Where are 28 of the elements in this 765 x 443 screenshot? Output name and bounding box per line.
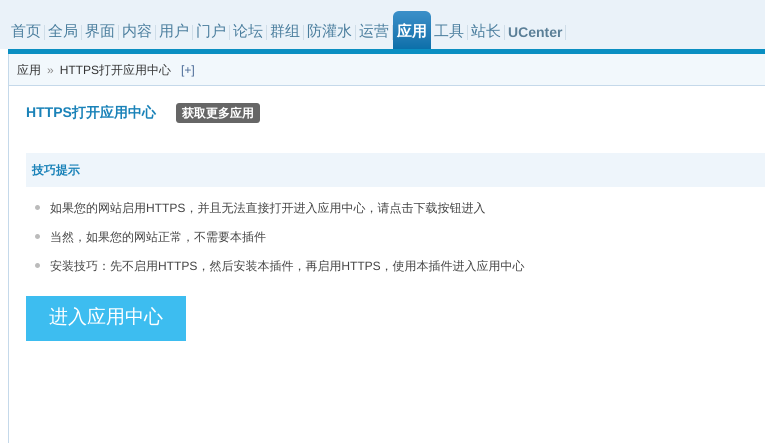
- breadcrumb-separator: »: [47, 62, 54, 78]
- bullet-icon: [35, 205, 40, 210]
- nav-tab[interactable]: 应用: [393, 11, 431, 49]
- nav-tab[interactable]: 首页: [8, 19, 44, 49]
- breadcrumb-current: HTTPS打开应用中心: [60, 62, 172, 78]
- nav-tab[interactable]: 内容: [119, 19, 155, 49]
- nav-tab[interactable]: 群组: [267, 19, 303, 49]
- nav-tab[interactable]: 工具: [431, 19, 467, 49]
- breadcrumb-link[interactable]: 应用: [17, 60, 41, 78]
- nav-tab[interactable]: 站长: [468, 19, 504, 49]
- add-shortcut-link[interactable]: [+]: [181, 60, 195, 78]
- nav-tab[interactable]: 界面: [82, 19, 118, 49]
- more-apps-badge[interactable]: 获取更多应用: [176, 102, 260, 122]
- nav-tab[interactable]: 运营: [356, 19, 392, 49]
- nav-tab[interactable]: 用户: [156, 19, 192, 49]
- bullet-icon: [35, 263, 40, 268]
- nav-tab[interactable]: 全局: [45, 19, 81, 49]
- enter-app-center-button[interactable]: 进入应用中心: [26, 296, 186, 341]
- nav-tab[interactable]: 门户: [193, 19, 229, 49]
- tip-text: 当然，如果您的网站正常，不需要本插件: [50, 228, 266, 246]
- page-title: HTTPS打开应用中心: [26, 103, 156, 122]
- nav-tab[interactable]: 防灌水: [304, 19, 355, 49]
- tips-title: 技巧提示: [32, 162, 80, 179]
- bullet-icon: [35, 234, 40, 239]
- nav-tab[interactable]: UCenter: [505, 19, 566, 49]
- nav-tab[interactable]: 论坛: [230, 19, 266, 49]
- tip-text: 如果您的网站启用HTTPS，并且无法直接打开进入应用中心，请点击下载按钮进入: [50, 200, 486, 216]
- tip-text: 安装技巧：先不启用HTTPS，然后安装本插件，再启用HTTPS，使用本插件进入应用中心: [50, 258, 525, 274]
